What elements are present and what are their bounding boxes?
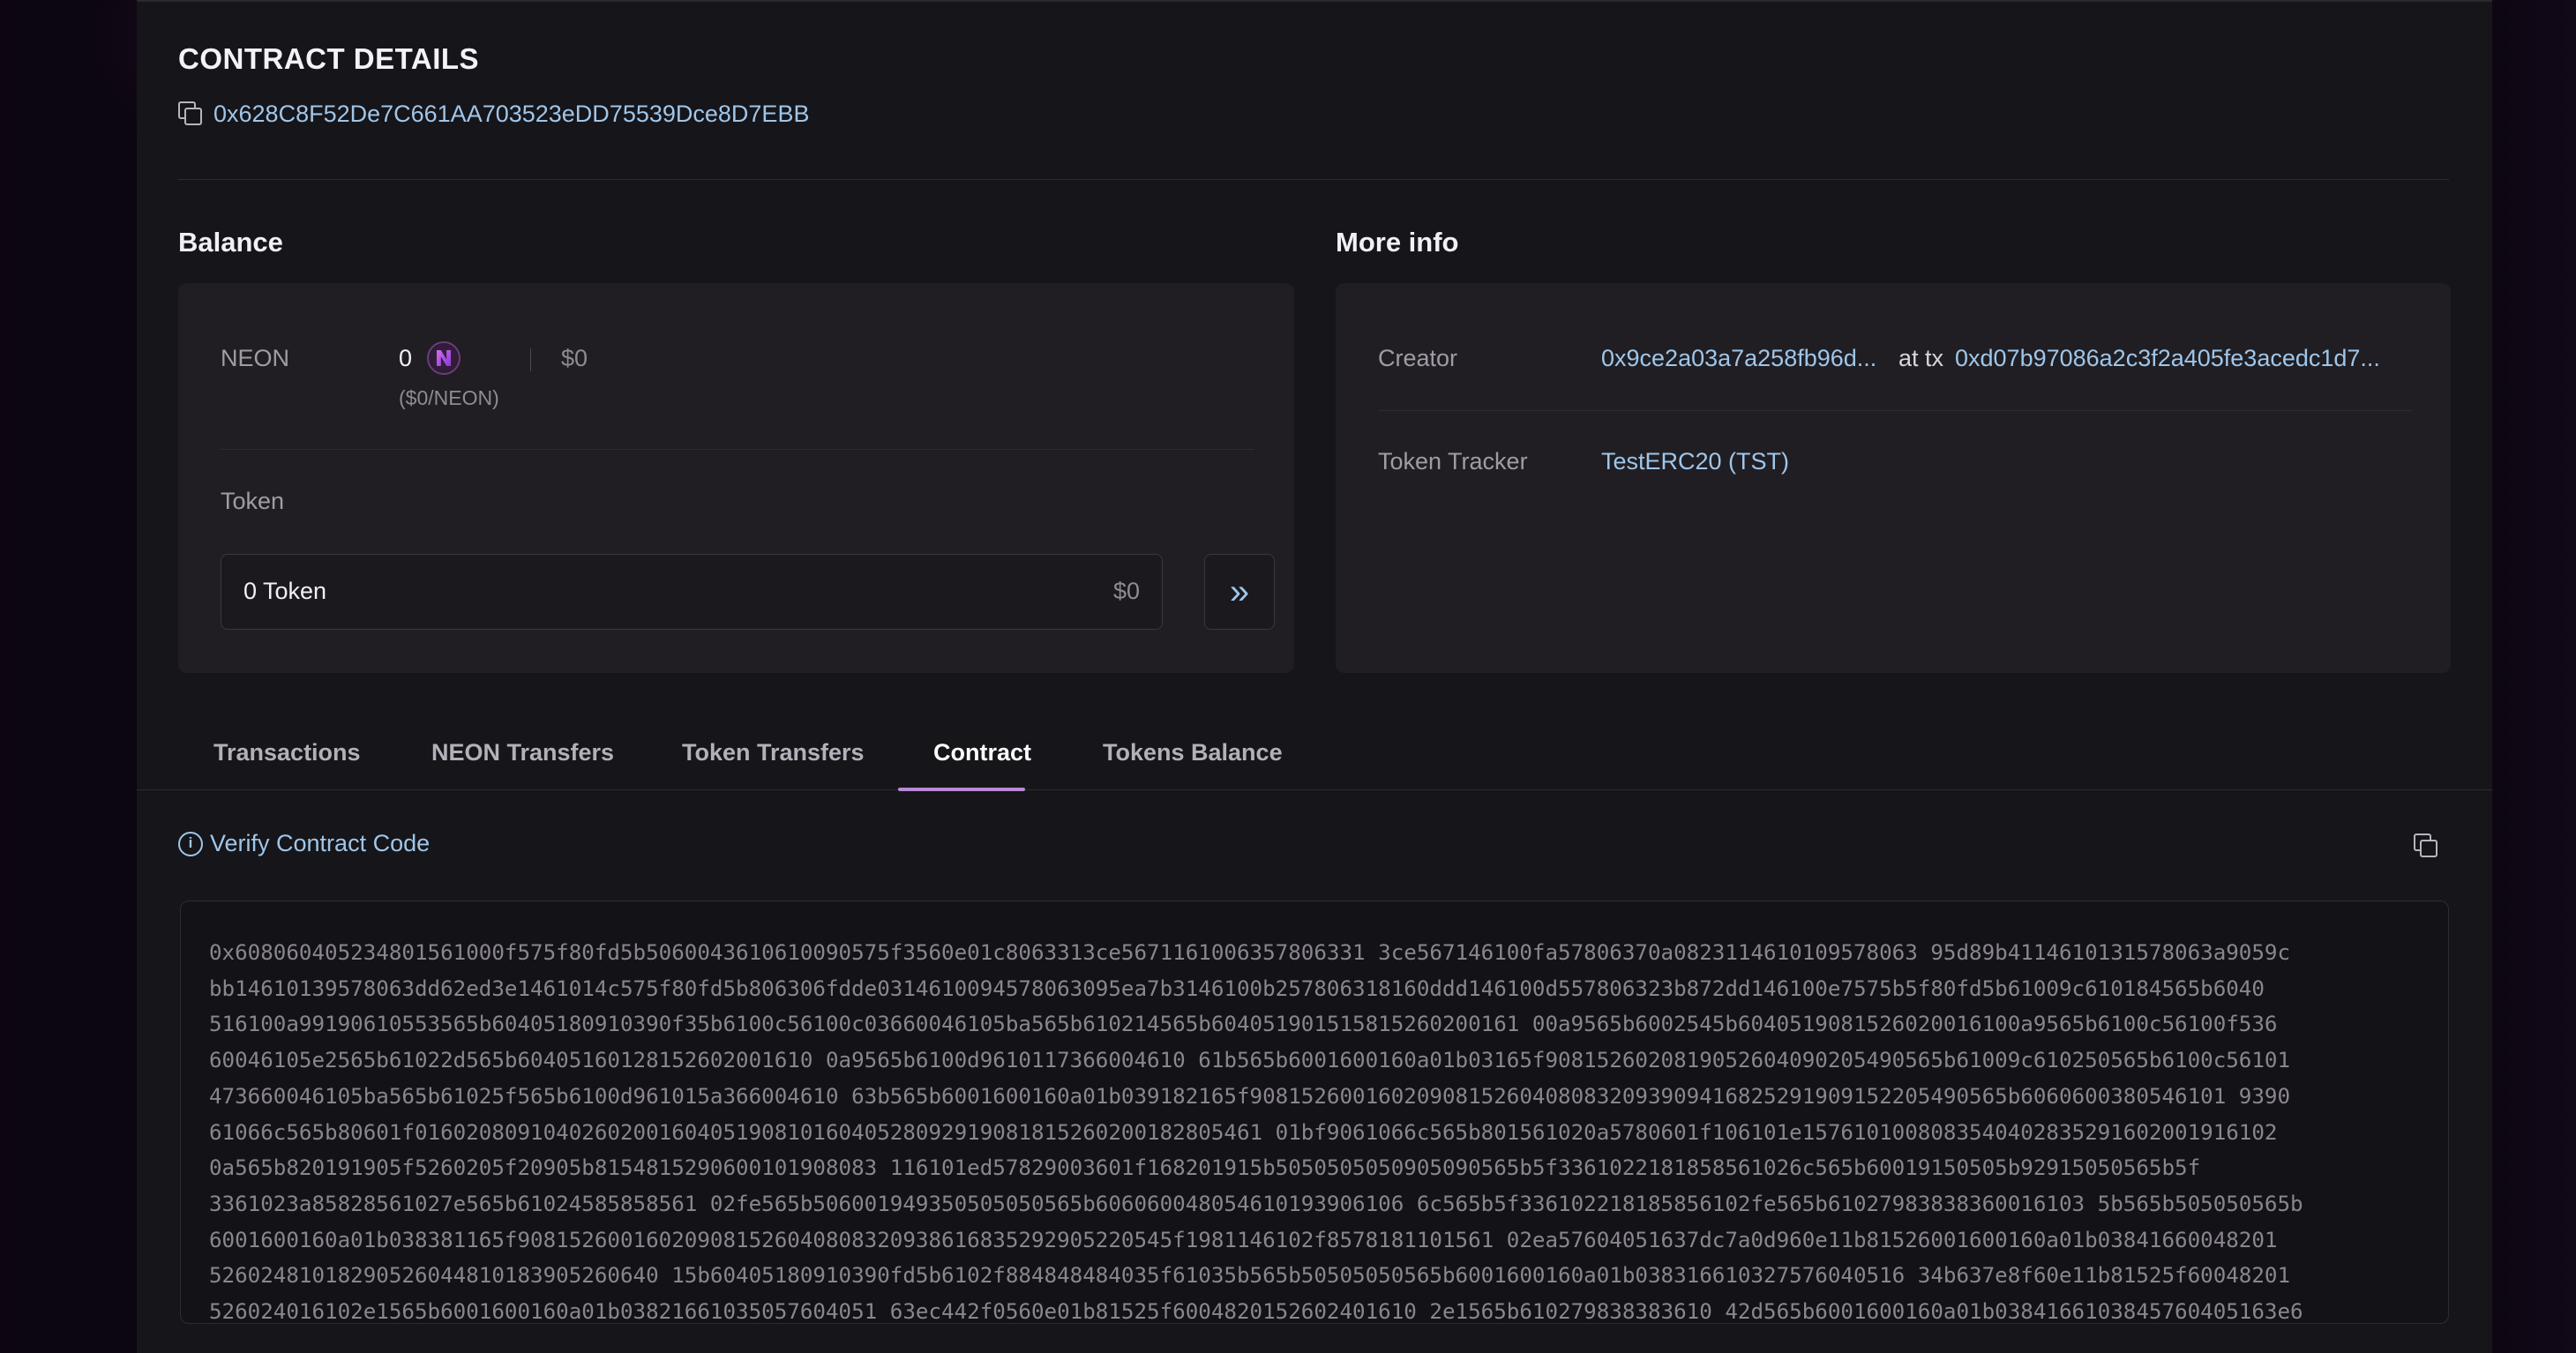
copy-bytecode-icon[interactable] bbox=[2414, 833, 2440, 860]
active-tab-indicator bbox=[898, 788, 1025, 791]
token-label: Token bbox=[221, 488, 285, 514]
token-tracker-label: Token Tracker bbox=[1378, 448, 1528, 475]
tab-bar: Transactions NEON Transfers Token Transf… bbox=[137, 732, 2492, 791]
more-info-divider bbox=[1378, 410, 2412, 411]
neon-separator bbox=[530, 348, 531, 371]
tab-neon-transfers[interactable]: NEON Transfers bbox=[431, 739, 614, 797]
balance-card: NEON 0 $0 ($0/NEON) Token 0 Token $0 » bbox=[178, 283, 1294, 673]
neon-usd-value: $0 bbox=[561, 345, 588, 371]
neon-rate: ($0/NEON) bbox=[399, 386, 499, 409]
more-info-title: More info bbox=[1336, 227, 1459, 258]
balance-divider bbox=[221, 449, 1254, 450]
bytecode-line: 526024016102e1565b6001600160a01b03821661… bbox=[209, 1299, 2303, 1324]
bytecode-line: 473660046105ba565b61025f565b6100d961015a… bbox=[209, 1083, 2291, 1109]
tab-transactions[interactable]: Transactions bbox=[213, 739, 361, 797]
tab-token-transfers[interactable]: Token Transfers bbox=[682, 739, 865, 797]
token-tracker-link[interactable]: TestERC20 (TST) bbox=[1601, 448, 1789, 475]
tab-tokens-balance[interactable]: Tokens Balance bbox=[1103, 739, 1283, 797]
bytecode-line: 60046105e2565b61022d565b6040516012815260… bbox=[209, 1048, 2291, 1073]
bytecode-box[interactable]: 0x608060405234801561000f575f80fd5b506004… bbox=[180, 901, 2449, 1324]
bytecode-line: bb14610139578063dd62ed3e1461014c575f80fd… bbox=[209, 976, 2265, 1001]
bytecode-line: 0x608060405234801561000f575f80fd5b506004… bbox=[209, 940, 2291, 965]
bytecode-line: 3361023a85828561027e565b61024585858561 0… bbox=[209, 1191, 2303, 1216]
bytecode-line: 61066c565b80601f016020809104026020016040… bbox=[209, 1119, 2278, 1145]
neon-amount: 0 bbox=[399, 345, 413, 371]
bytecode-line: 52602481018290526044810183905260640 15b6… bbox=[209, 1263, 2291, 1289]
token-expand-button[interactable]: » bbox=[1204, 554, 1275, 630]
bytecode-line: 6001600160a01b038381165f9081526001602090… bbox=[209, 1227, 2278, 1252]
bytecode-line: 516100a99190610553565b60405180910390f35b… bbox=[209, 1012, 2278, 1037]
bytecode-line: 0a565b820191905f5260205f20905b8154815290… bbox=[209, 1155, 2201, 1181]
token-usd-value: $0 bbox=[1112, 578, 1140, 604]
contract-address-row: 0x628C8F52De7C661AA703523eDD75539Dce8D7E… bbox=[178, 101, 809, 128]
verify-contract-label: Verify Contract Code bbox=[210, 830, 431, 856]
page-title: CONTRACT DETAILS bbox=[178, 42, 480, 75]
token-dropdown[interactable]: 0 Token $0 bbox=[221, 554, 1163, 630]
balance-title: Balance bbox=[178, 227, 283, 258]
contract-address-link[interactable]: 0x628C8F52De7C661AA703523eDD75539Dce8D7E… bbox=[213, 101, 809, 128]
double-chevron-right-icon: » bbox=[1229, 572, 1250, 611]
creator-address-link[interactable]: 0x9ce2a03a7a258fb96d... bbox=[1601, 345, 1876, 372]
creator-tx-link[interactable]: 0xd07b97086a2c3f2a405fe3acedc1d7... bbox=[1955, 345, 2380, 372]
verify-contract-link[interactable]: i Verify Contract Code bbox=[178, 830, 430, 857]
neon-label: NEON bbox=[221, 345, 290, 371]
copy-icon[interactable] bbox=[178, 101, 205, 128]
at-tx-label: at tx bbox=[1898, 345, 1944, 371]
creator-label: Creator bbox=[1378, 345, 1458, 371]
header-divider bbox=[178, 179, 2449, 180]
more-info-card: Creator 0x9ce2a03a7a258fb96d... at tx 0x… bbox=[1336, 283, 2451, 673]
info-icon: i bbox=[178, 831, 203, 856]
neon-coin-icon bbox=[427, 341, 461, 375]
token-count: 0 Token bbox=[243, 578, 327, 604]
